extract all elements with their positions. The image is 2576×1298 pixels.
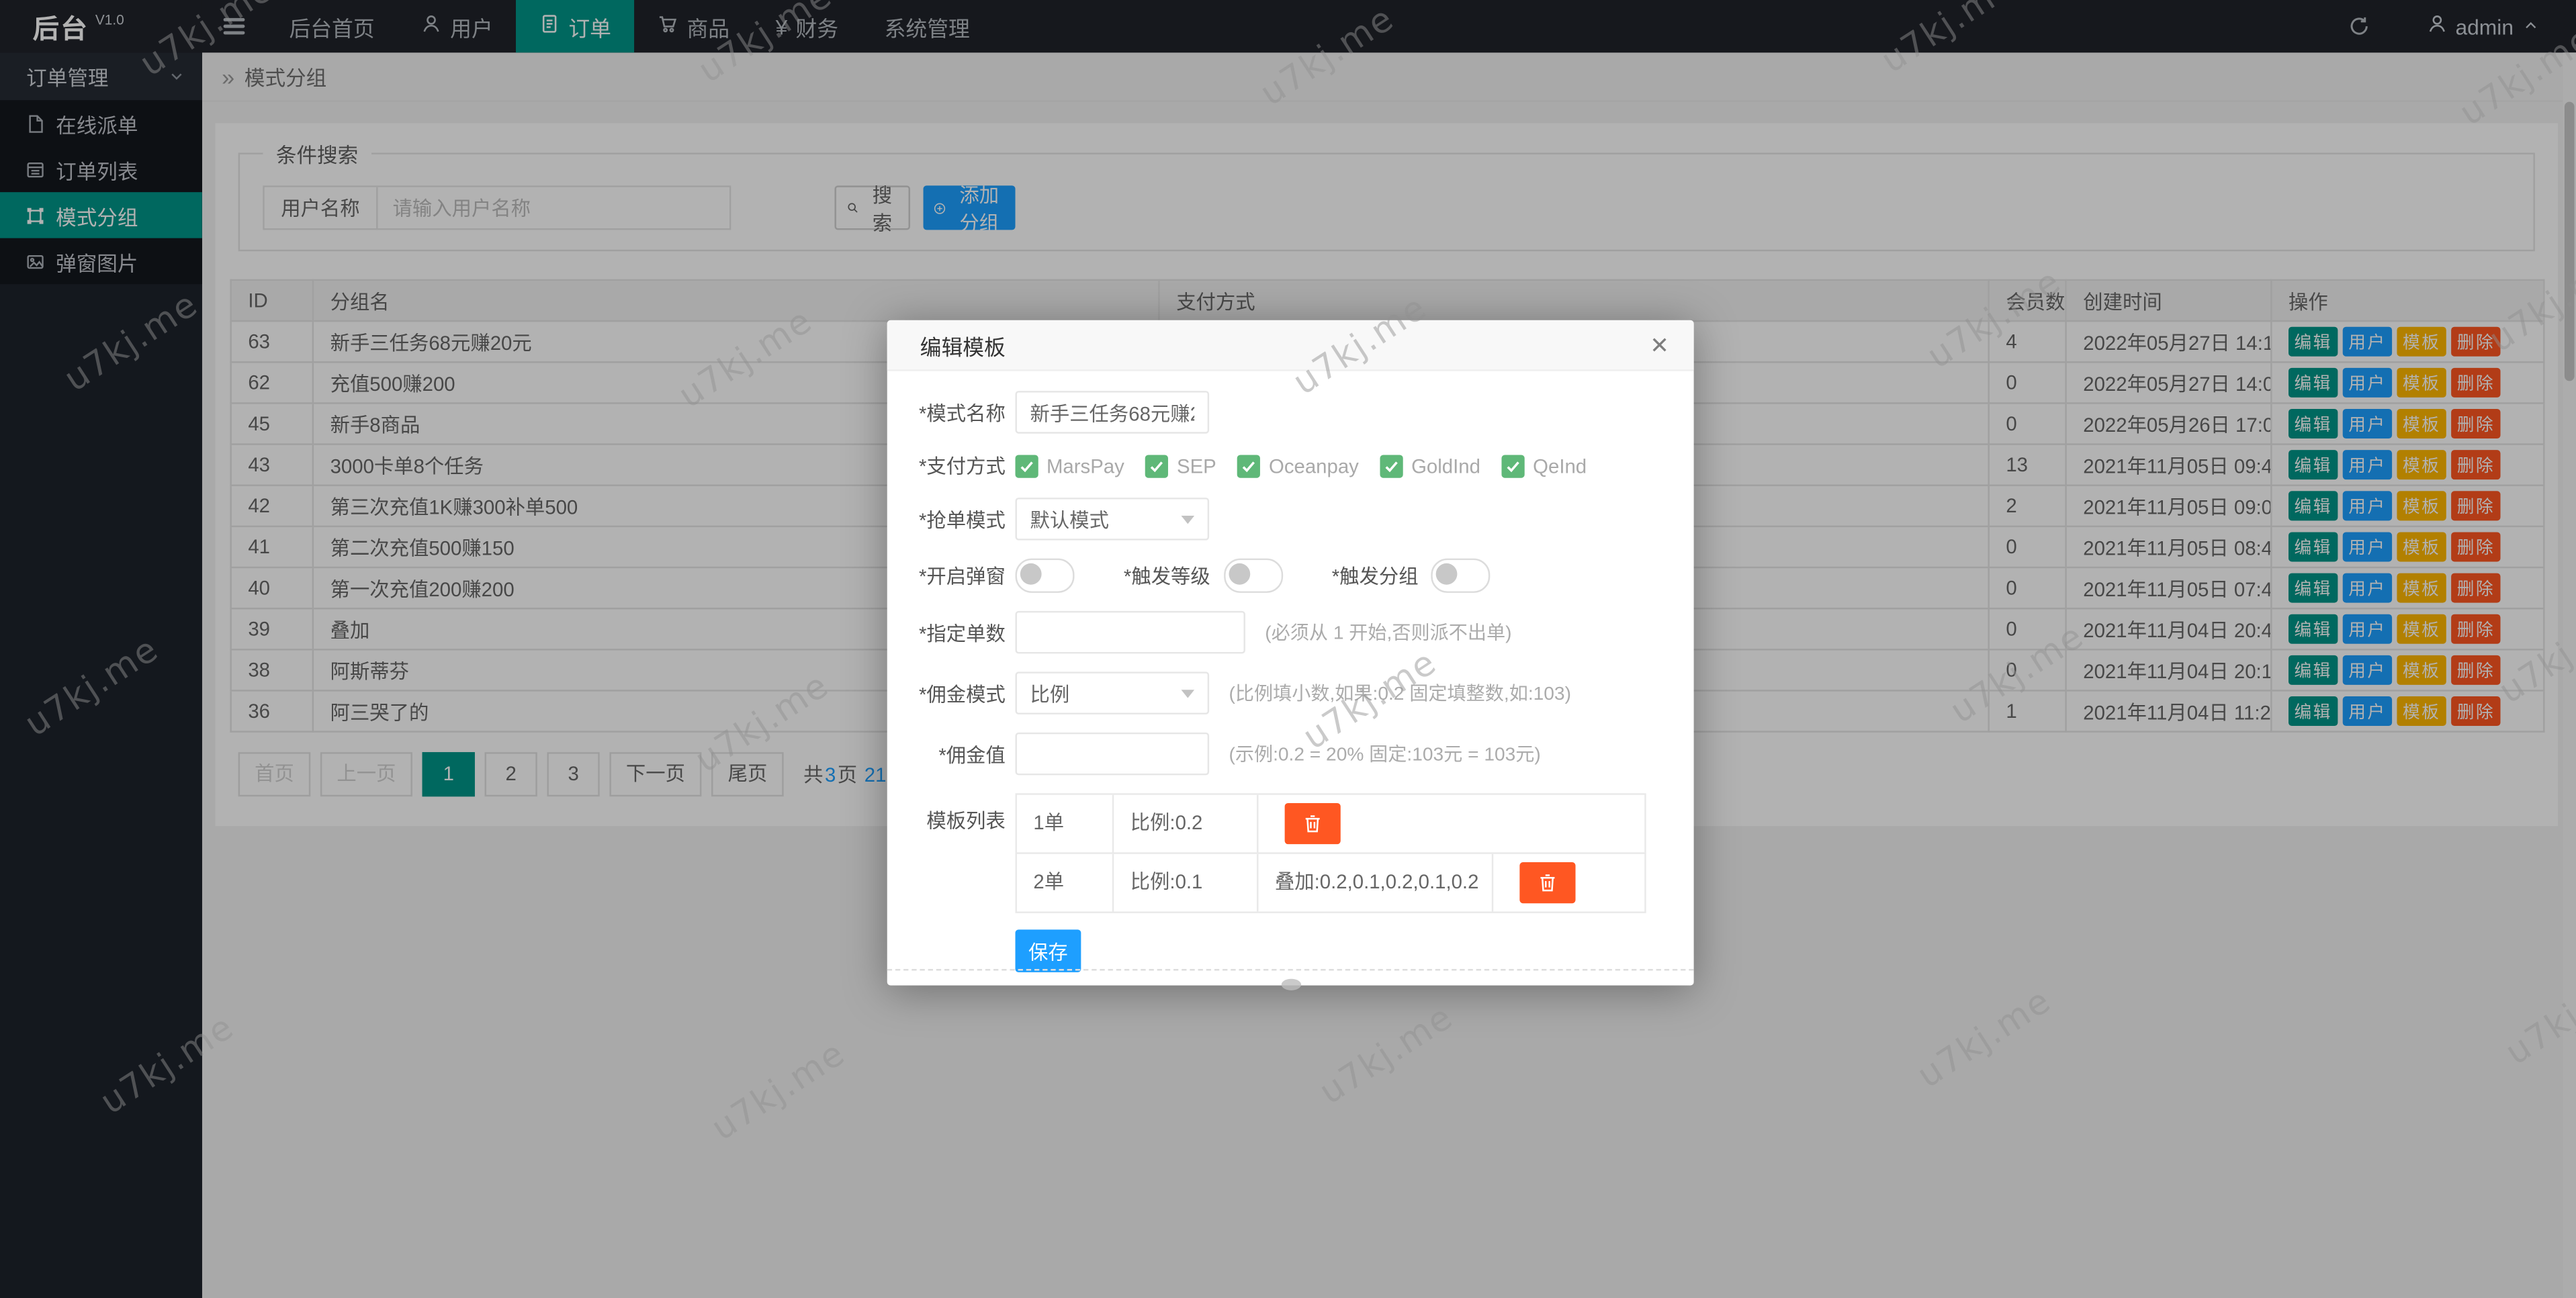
toggles-row: *开启弹窗 *触发等级 *触发分组 <box>887 559 1694 593</box>
popup-toggle[interactable] <box>1016 559 1075 593</box>
checkbox-sep[interactable]: SEP <box>1146 454 1216 477</box>
commission-value-hint: (示例:0.2 = 20% 固定:103元 = 103元) <box>1229 741 1540 767</box>
template-row: 1单 比例:0.2 <box>1016 793 1646 853</box>
order-count-label: *指定单数 <box>887 618 1006 647</box>
commission-value-row: *佣金值 (示例:0.2 = 20% 固定:103元 = 103元) <box>887 733 1694 776</box>
order-count-input[interactable] <box>1016 611 1245 654</box>
commission-mode-row: *佣金模式 比例 (比例填小数,如果:0.2 固定填整数,如:103) <box>887 671 1694 714</box>
checked-checkbox-icon <box>1502 454 1525 477</box>
template-list-table: 1单 比例:0.2 2单 比例:0.1 叠加:0.2,0.1,0.2,0.1,0… <box>1016 793 1646 913</box>
level-toggle[interactable] <box>1223 559 1282 593</box>
commission-mode-select[interactable]: 比例 <box>1016 671 1210 714</box>
delete-template-button[interactable] <box>1519 862 1575 903</box>
trash-icon <box>1303 813 1323 835</box>
trash-icon <box>1538 872 1557 894</box>
edit-template-modal: 编辑模板 ✕ *模式名称 *支付方式 MarsPay SEP Oceanpay … <box>887 320 1694 986</box>
modal-title: 编辑模板 <box>920 329 1006 360</box>
checkbox-goldind[interactable]: GoldInd <box>1380 454 1480 477</box>
order-count-row: *指定单数 (必须从 1 开始,否则派不出单) <box>887 611 1694 654</box>
close-icon[interactable]: ✕ <box>1650 333 1669 356</box>
popup-toggle-label: *开启弹窗 <box>887 561 1006 590</box>
group-toggle[interactable] <box>1431 559 1491 593</box>
order-count-hint: (必须从 1 开始,否则派不出单) <box>1265 619 1511 645</box>
modal-resize-handle[interactable] <box>1281 979 1300 990</box>
modal-header: 编辑模板 ✕ <box>887 320 1694 371</box>
commission-mode-label: *佣金模式 <box>887 679 1006 707</box>
mode-name-row: *模式名称 <box>887 391 1694 434</box>
modal-body: *模式名称 *支付方式 MarsPay SEP Oceanpay GoldInd… <box>887 371 1694 972</box>
group-toggle-label: *触发分组 <box>1332 561 1419 590</box>
delete-template-button[interactable] <box>1285 803 1341 844</box>
caret-down-icon <box>1182 516 1195 524</box>
template-row: 2单 比例:0.1 叠加:0.2,0.1,0.2,0.1,0.2 <box>1016 852 1646 913</box>
grab-mode-row: *抢单模式 默认模式 <box>887 498 1694 541</box>
checked-checkbox-icon <box>1016 454 1038 477</box>
commission-value-input[interactable] <box>1016 733 1210 776</box>
pay-methods-row: *支付方式 MarsPay SEP Oceanpay GoldInd QeInd <box>887 452 1694 480</box>
commission-value-label: *佣金值 <box>887 740 1006 768</box>
checked-checkbox-icon <box>1238 454 1261 477</box>
pay-method-checkboxes: MarsPay SEP Oceanpay GoldInd QeInd <box>1016 454 1587 477</box>
pay-methods-label: *支付方式 <box>887 452 1006 480</box>
mode-name-label: *模式名称 <box>887 398 1006 426</box>
commission-mode-hint: (比例填小数,如果:0.2 固定填整数,如:103) <box>1229 680 1570 706</box>
grab-mode-select[interactable]: 默认模式 <box>1016 498 1210 541</box>
grab-mode-label: *抢单模式 <box>887 505 1006 533</box>
save-button[interactable]: 保存 <box>1016 929 1081 972</box>
template-list-label: 模板列表 <box>887 793 1006 851</box>
caret-down-icon <box>1182 690 1195 698</box>
level-toggle-label: *触发等级 <box>1124 561 1210 590</box>
screen: 后台 V1.0 后台首页 用户 订单 商品 ¥ 财务 <box>0 0 2576 1298</box>
mode-name-input[interactable] <box>1016 391 1210 434</box>
checkbox-marspay[interactable]: MarsPay <box>1016 454 1124 477</box>
modal-footer-divider <box>887 969 1694 970</box>
checkbox-qeind[interactable]: QeInd <box>1502 454 1587 477</box>
checked-checkbox-icon <box>1146 454 1169 477</box>
checked-checkbox-icon <box>1380 454 1403 477</box>
template-list-row: 模板列表 1单 比例:0.2 2单 比例:0.1 叠加:0.2,0.1,0.2,… <box>887 793 1694 913</box>
checkbox-oceanpay[interactable]: Oceanpay <box>1238 454 1359 477</box>
